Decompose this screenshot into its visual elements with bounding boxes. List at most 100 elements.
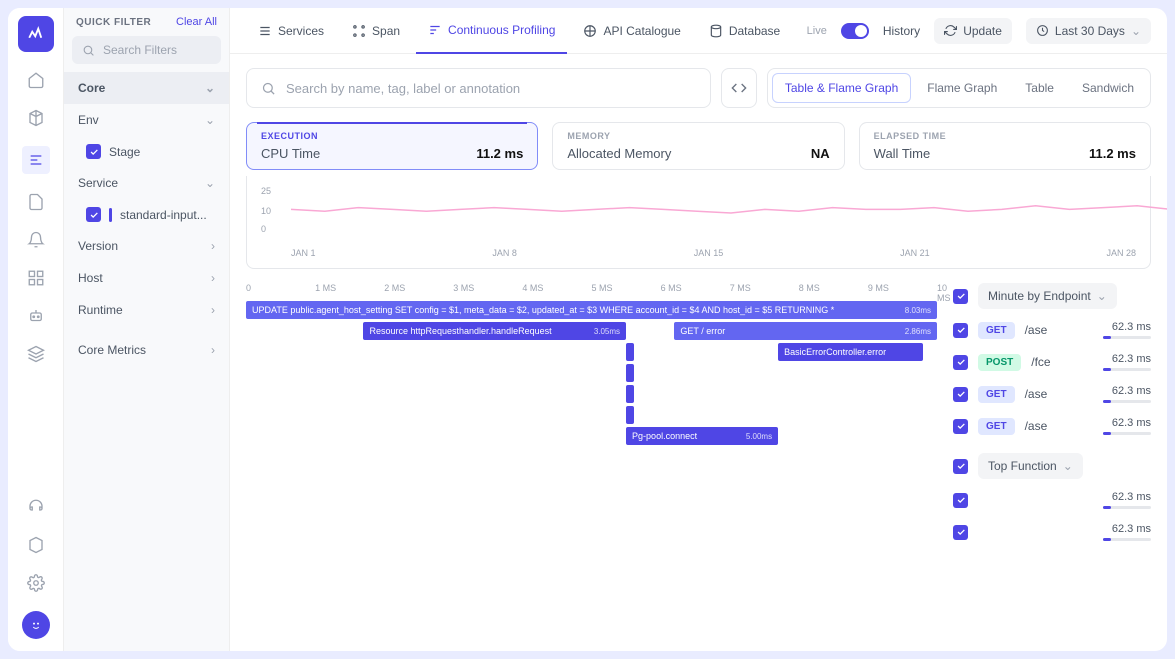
filter-section-service[interactable]: Service⌄ xyxy=(64,167,229,199)
checkbox-checked-icon[interactable] xyxy=(953,459,968,474)
checkbox-checked-icon[interactable] xyxy=(953,323,968,338)
chevron-down-icon: ⌄ xyxy=(1097,289,1107,303)
code-button[interactable] xyxy=(721,68,757,108)
checkbox-checked-icon[interactable] xyxy=(953,355,968,370)
filter-item-stage[interactable]: Stage xyxy=(64,136,229,167)
document-icon[interactable] xyxy=(26,192,46,212)
bell-icon[interactable] xyxy=(26,230,46,250)
date-range-button[interactable]: Last 30 Days⌄ xyxy=(1026,18,1151,44)
nav-rail xyxy=(8,8,64,651)
home-icon[interactable] xyxy=(26,70,46,90)
endpoint-item[interactable]: GET/ase62.3 ms xyxy=(953,321,1151,339)
checkbox-checked-icon[interactable] xyxy=(953,387,968,402)
endpoint-item[interactable]: GET/ase 62.3 ms xyxy=(953,385,1151,403)
function-label: 62.3 ms xyxy=(978,523,1151,541)
card-elapsed[interactable]: ELAPSED TIME Wall Time11.2 ms xyxy=(859,122,1151,170)
function-ms: 62.3 ms xyxy=(1112,491,1151,503)
cube-icon[interactable] xyxy=(26,108,46,128)
filter-section-version[interactable]: Version› xyxy=(64,230,229,262)
function-item[interactable]: 62.3 ms xyxy=(953,491,1151,509)
top-function-select[interactable]: Top Function⌄ xyxy=(978,453,1083,479)
chevron-right-icon: › xyxy=(211,303,215,317)
checkbox-checked-icon[interactable] xyxy=(953,419,968,434)
database-icon xyxy=(709,24,723,38)
endpoint-path: /ase xyxy=(1025,323,1093,337)
view-table[interactable]: Table xyxy=(1013,74,1066,102)
http-method-badge: GET xyxy=(978,386,1015,403)
sparkline-chart: 25 10 0 JAN 1 JAN 8 JAN 15 JAN 21 JAN 28 xyxy=(246,176,1151,269)
function-label: 62.3 ms xyxy=(978,491,1151,509)
filter-section-host[interactable]: Host› xyxy=(64,262,229,294)
flame-bar[interactable]: Pg-pool.connect5.00ms xyxy=(626,427,778,445)
chevron-right-icon: › xyxy=(211,271,215,285)
filter-section-env[interactable]: Env⌄ xyxy=(64,104,229,136)
endpoint-path: /ase xyxy=(1025,387,1093,401)
flame-bar[interactable]: UPDATE public.agent_host_setting SET con… xyxy=(246,301,937,319)
layers-icon[interactable] xyxy=(26,344,46,364)
refresh-icon xyxy=(944,24,957,37)
flame-bar[interactable]: BasicErrorController.error xyxy=(778,343,923,361)
filter-item-standard-input[interactable]: standard-input... xyxy=(64,199,229,230)
card-memory[interactable]: MEMORY Allocated MemoryNA xyxy=(552,122,844,170)
update-button[interactable]: Update xyxy=(934,18,1012,44)
live-toggle[interactable] xyxy=(841,23,869,39)
view-flame[interactable]: Flame Graph xyxy=(915,74,1009,102)
flame-bar-small[interactable] xyxy=(626,364,634,382)
endpoint-item[interactable]: GET/ase62.3 ms xyxy=(953,417,1151,435)
tab-database[interactable]: Database xyxy=(697,8,792,54)
view-table-flame[interactable]: Table & Flame Graph xyxy=(772,73,911,103)
history-label: History xyxy=(883,24,920,38)
checkbox-checked-icon[interactable] xyxy=(953,525,968,540)
filter-section-core[interactable]: Core⌄ xyxy=(64,72,229,104)
list-icon[interactable] xyxy=(22,146,50,174)
tab-span[interactable]: Span xyxy=(340,8,412,54)
grid-icon[interactable] xyxy=(26,268,46,288)
view-switcher: Table & Flame Graph Flame Graph Table Sa… xyxy=(767,68,1151,108)
logo xyxy=(18,16,54,52)
progress-bar xyxy=(1103,432,1151,435)
endpoint-ms: 62.3 ms xyxy=(1112,385,1151,397)
tab-api-catalogue[interactable]: API Catalogue xyxy=(571,8,692,54)
filter-section-core-metrics[interactable]: Core Metrics› xyxy=(64,334,229,366)
endpoint-ms: 62.3 ms xyxy=(1112,417,1151,429)
endpoint-item[interactable]: POST/fce 62.3 ms xyxy=(953,353,1151,371)
card-execution[interactable]: EXECUTION CPU Time11.2 ms xyxy=(246,122,538,170)
flame-bar-small[interactable] xyxy=(626,385,634,403)
headset-icon[interactable] xyxy=(26,497,46,517)
flame-bar-small[interactable] xyxy=(626,343,634,361)
filter-section-runtime[interactable]: Runtime› xyxy=(64,294,229,326)
tab-services[interactable]: Services xyxy=(246,8,336,54)
flame-bar[interactable]: Resource httpRequesthandler.handleReques… xyxy=(363,322,626,340)
endpoint-path: /fce xyxy=(1031,355,1093,369)
minute-by-endpoint-select[interactable]: Minute by Endpoint⌄ xyxy=(978,283,1117,309)
http-method-badge: GET xyxy=(978,418,1015,435)
avatar[interactable] xyxy=(22,611,50,639)
function-ms: 62.3 ms xyxy=(1112,523,1151,535)
profiling-icon xyxy=(428,23,442,37)
main-search-input[interactable]: Search by name, tag, label or annotation xyxy=(246,68,711,108)
tab-continuous-profiling[interactable]: Continuous Profiling xyxy=(416,8,567,54)
checkbox-checked-icon[interactable] xyxy=(953,289,968,304)
http-method-badge: POST xyxy=(978,354,1021,371)
search-icon xyxy=(261,81,276,96)
bot-icon[interactable] xyxy=(26,306,46,326)
live-label: Live xyxy=(807,25,827,37)
endpoint-ms: 62.3 ms xyxy=(1112,321,1151,333)
api-icon xyxy=(583,24,597,38)
clear-all-button[interactable]: Clear All xyxy=(176,16,217,28)
sparkline-svg xyxy=(291,186,1167,231)
view-sandwich[interactable]: Sandwich xyxy=(1070,74,1146,102)
chevron-down-icon: ⌄ xyxy=(205,81,215,95)
checkbox-checked-icon[interactable] xyxy=(953,493,968,508)
time-axis: 01 MS2 MS3 MS4 MS5 MS6 MS7 MS8 MS9 MS10 … xyxy=(246,283,937,295)
main-tabs: Services Span Continuous Profiling API C… xyxy=(230,8,1167,54)
flame-bar[interactable]: GET / error2.86ms xyxy=(674,322,937,340)
search-icon xyxy=(82,44,95,57)
filter-search-input[interactable]: Search Filters xyxy=(72,36,221,64)
package-icon[interactable] xyxy=(26,535,46,555)
progress-bar xyxy=(1103,400,1151,403)
function-item[interactable]: 62.3 ms xyxy=(953,523,1151,541)
settings-icon[interactable] xyxy=(26,573,46,593)
endpoint-ms: 62.3 ms xyxy=(1112,353,1151,365)
flame-bar-small[interactable] xyxy=(626,406,634,424)
